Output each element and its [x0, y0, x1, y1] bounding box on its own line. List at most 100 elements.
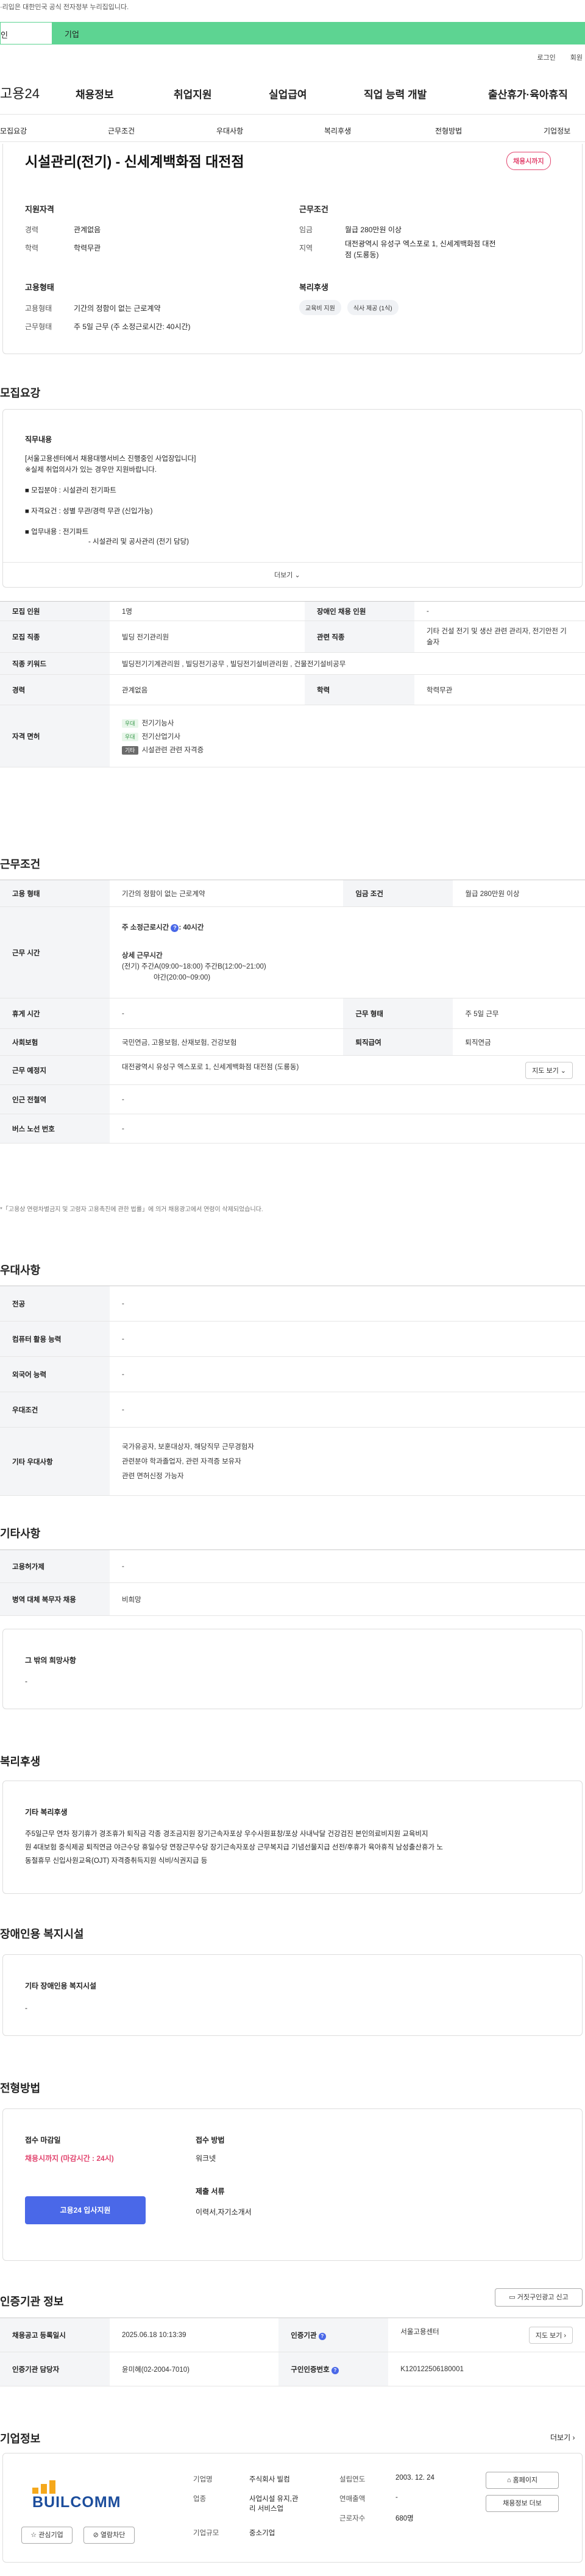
license-name: 전기기능사: [141, 719, 174, 727]
lnb-conditions[interactable]: 근무조건: [108, 126, 135, 136]
block-view-button[interactable]: ⊘ 열람차단: [83, 2527, 135, 2544]
chevron-down-icon: ⌄: [294, 572, 300, 579]
home-icon: ⌂: [506, 2477, 511, 2484]
cell-label: 모집 직종: [0, 621, 110, 653]
cell-value: K120122506180001: [388, 2352, 585, 2386]
more-button[interactable]: 더보기 ⌄: [274, 570, 300, 580]
license-tag: 우대: [122, 732, 138, 741]
cell-label: 병역 대체 복무자 채용: [0, 1582, 110, 1616]
cell-label: 인증기관: [291, 2332, 317, 2339]
gnb-skill-development[interactable]: 직업 능력 개발: [364, 86, 427, 101]
company-jobs-button[interactable]: 채용정보 더보: [486, 2495, 559, 2512]
login-link[interactable]: 로그인: [537, 52, 555, 62]
cert-agency-value: 서울고용센터: [400, 2328, 439, 2336]
license-name: 시설관련 관련 자격증: [141, 746, 204, 754]
favorite-company-button[interactable]: ☆ 관심기업: [21, 2527, 73, 2544]
duty-line: - 시설관리 및 공사관리 (전기 담당): [88, 538, 190, 546]
recruit-table: 모집 인원 1명 장애인 채용 인원 - 모집 직종 빌딩 전기관리원 관련 직종 기타 건…: [0, 601, 585, 767]
education-value: 학력무관: [74, 244, 101, 252]
cell-label: 경력: [0, 674, 110, 705]
map-button[interactable]: 지도 보기 ⌄: [525, 1061, 573, 1079]
homepage-button[interactable]: ⌂ 홈페이지: [486, 2472, 559, 2489]
gnb-employment-support[interactable]: 취업지원: [174, 86, 212, 101]
welfare-box: 기타 복리후생 주5일근무 연차 정기휴가 경조휴가 퇴직금 각종 경조금지원 …: [2, 1781, 583, 1894]
employees-value: 680명: [395, 2515, 414, 2522]
etc-pref-line: 관련 면허신정 가능자: [122, 1472, 184, 1480]
cell-value: 빌딩 전기관리원: [110, 621, 305, 653]
welfare-heading: 복리후생: [299, 283, 328, 292]
founded-label: 설립연도: [339, 2476, 366, 2483]
cell-value: -: [110, 1084, 585, 1114]
education-label: 학력: [25, 244, 39, 252]
document-icon: ▭: [509, 2294, 516, 2301]
cell-label: 자격 면허: [0, 705, 110, 767]
site-logo[interactable]: 고용24: [0, 83, 40, 102]
company-size-value: 중소기업: [249, 2530, 275, 2537]
report-button[interactable]: ▭ 거짓구인광고 신고: [495, 2288, 583, 2307]
cell-value: 관계없음: [110, 674, 305, 705]
career-label: 경력: [25, 226, 39, 234]
info-icon[interactable]: ?: [171, 923, 179, 932]
etc-pref-cell: 국가유공자, 보훈대상자, 해당직무 근무경험자 관련분야 학과졸업자, 관련 …: [110, 1427, 585, 1496]
signup-link[interactable]: 회원: [570, 52, 583, 62]
duty-line: ※실제 취업의사가 있는 경우만 지원바랍니다.: [25, 466, 157, 474]
cell-label: 퇴직급여: [343, 1028, 453, 1056]
cell-label: 버스 노선 번호: [0, 1114, 110, 1144]
welfare-chip: 식사 제공 (1식): [347, 300, 399, 315]
license-tag: 기타: [122, 745, 138, 755]
section-disability-title: 장애인용 복지시설: [0, 1928, 84, 1940]
info-icon[interactable]: ?: [318, 2332, 326, 2340]
apply-button[interactable]: 고용24 입사지원: [25, 2196, 146, 2224]
lnb-company[interactable]: 기업정보: [544, 126, 570, 136]
founded-value: 2003. 12. 24: [395, 2474, 434, 2482]
employees-label: 근로자수: [339, 2515, 366, 2522]
map-button[interactable]: 지도 보기 ›: [528, 2326, 573, 2344]
conditions-heading: 근무조건: [299, 205, 328, 214]
documents-value: 이력서,자기소개서: [196, 2208, 252, 2216]
cell-value: -: [110, 1114, 585, 1144]
tab-company[interactable]: 기업: [52, 22, 585, 44]
cell-value: 빌딩전기기계관리원 , 빌딩전기공무 , 빌딩전기설비관리원 , 건물전기설비공…: [110, 652, 585, 675]
tab-individual[interactable]: 인: [0, 22, 52, 44]
lnb-preferences[interactable]: 우대사항: [216, 126, 243, 136]
wage-value: 월급 280만원 이상: [345, 226, 402, 234]
preferences-table: 전공 - 컴퓨터 활용 능력 - 외국어 능력 - 우대조건 - 기타 우대사항 국가유…: [0, 1286, 585, 1496]
info-icon[interactable]: ?: [331, 2366, 339, 2374]
employment-type-label: 고용형태: [25, 304, 52, 313]
gnb-parental-leave[interactable]: 출산휴가·육아휴직: [488, 86, 568, 101]
revenue-value: -: [395, 2494, 398, 2501]
license-tag: 우대: [122, 719, 138, 728]
duty-heading: 직무내용: [25, 435, 52, 444]
cell-value: -: [414, 601, 585, 621]
cell-label: 인근 전철역: [0, 1084, 110, 1114]
lnb-welfare[interactable]: 복리후생: [324, 126, 351, 136]
license-list: 우대 전기기능사 우대 전기산업기사 기타 시설관련 관련 자격증: [110, 705, 585, 767]
selection-box: 접수 마감일 채용시까지 (마감시간 : 24시) 고용24 입사지원 접수 방…: [2, 2108, 583, 2261]
cell-label: 고용 형태: [0, 880, 110, 907]
cell-label: 전공: [0, 1286, 110, 1322]
section-welfare-title: 복리후생: [0, 1756, 41, 1768]
method-value: 워크넷: [196, 2154, 216, 2163]
cell-value: 기간의 정함이 없는 근로계약: [110, 880, 344, 907]
job-summary-card: 시설관리(전기) - 신세계백화점 대전점 채용시까지 지원자격 경력 관계없음…: [2, 144, 583, 354]
gnb-unemployment-benefit[interactable]: 실업급여: [269, 86, 307, 101]
cell-label: 근무 시간: [0, 906, 110, 998]
location-label: 지역: [299, 244, 313, 252]
section-cert-title: 인증기관 정보: [0, 2296, 64, 2308]
cell-value: -: [110, 1550, 585, 1583]
industry-value: 리 서비스업: [249, 2505, 284, 2513]
cell-label: 학력: [305, 674, 414, 705]
detail-hours-heading: 상세 근무시간: [122, 952, 163, 959]
gnb-jobs[interactable]: 채용정보: [76, 86, 114, 101]
cell-label: 인증기관 담당자: [0, 2352, 110, 2386]
cell-value: -: [110, 1321, 585, 1357]
gov-notice: ·리입은 대한민국 공식 전자정부 누리집입니다.: [0, 4, 129, 11]
section-preferences-title: 우대사항: [0, 1264, 41, 1276]
lnb-recruit[interactable]: 모집요강: [0, 126, 27, 136]
employment-type-value: 기간의 정함이 없는 근로계약: [74, 304, 161, 313]
weekly-hours-label: 주 소정근로시간: [122, 923, 169, 931]
lnb-selection[interactable]: 전형방법: [435, 126, 462, 136]
wage-label: 임금: [299, 226, 313, 234]
company-more-link[interactable]: 더보기 ›: [550, 2432, 575, 2443]
employment-heading: 고용형태: [25, 283, 54, 292]
